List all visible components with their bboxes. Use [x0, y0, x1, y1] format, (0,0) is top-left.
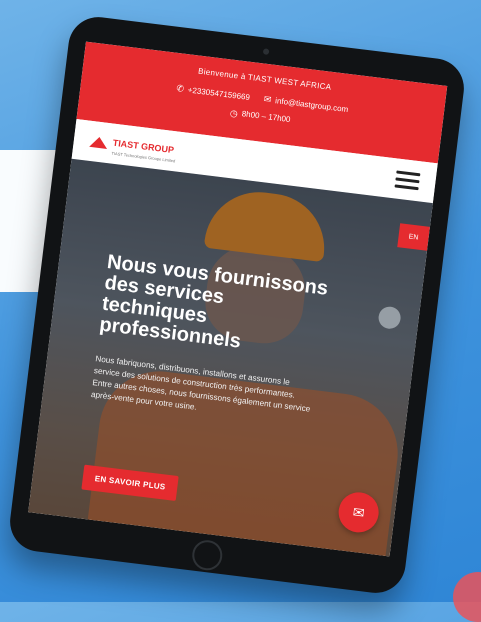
- language-label: EN: [408, 232, 419, 242]
- camera-dot: [262, 48, 270, 56]
- opening-hours: 8h00 – 17h00: [241, 109, 291, 125]
- language-switch-button[interactable]: EN: [397, 223, 430, 251]
- home-button[interactable]: [190, 538, 224, 572]
- logo[interactable]: TIAST GROUP TIAST Technologies Groupe Li…: [89, 129, 178, 163]
- background-red-circle: [453, 572, 481, 622]
- mail-icon: ✉: [263, 93, 272, 105]
- phone-number: +2330547159669: [187, 85, 251, 102]
- logo-mark-icon: [89, 135, 108, 149]
- chat-icon: ✉: [351, 503, 366, 521]
- hamburger-menu-icon[interactable]: [394, 169, 421, 190]
- email-address: info@tiastgroup.com: [274, 96, 349, 114]
- clock-icon: ◷: [229, 107, 239, 119]
- tablet-device: Bienvenue à TIAST WEST AFRICA ✆ +2330547…: [6, 13, 468, 597]
- phone-icon: ✆: [175, 83, 185, 95]
- hero-section: EN Nous vous fournissons des services te…: [28, 158, 433, 557]
- tablet-screen: Bienvenue à TIAST WEST AFRICA ✆ +2330547…: [28, 41, 448, 557]
